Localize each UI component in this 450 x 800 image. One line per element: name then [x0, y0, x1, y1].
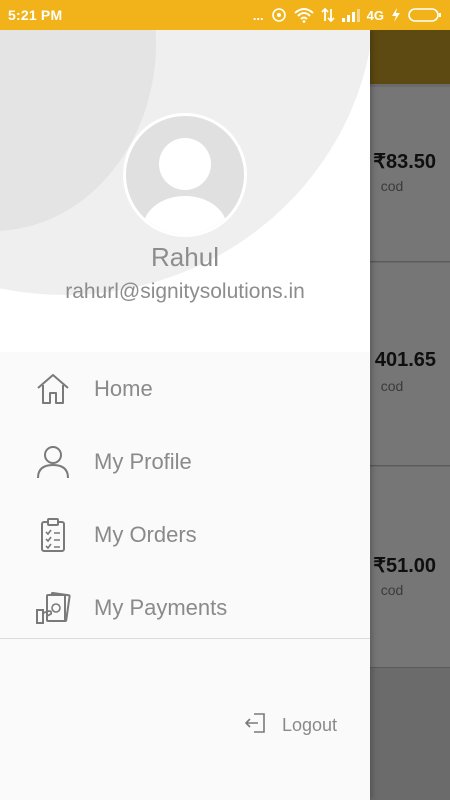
status-icons: ... 4G — [253, 7, 442, 23]
payment-icon — [35, 590, 71, 626]
charging-icon — [391, 8, 401, 22]
menu-item-label: Home — [94, 375, 153, 401]
battery-icon — [408, 8, 442, 22]
menu-item-home[interactable]: Home — [0, 352, 370, 425]
user-name: Rahul — [151, 242, 219, 272]
order-payment-method: cod — [380, 582, 404, 598]
wifi-icon — [293, 7, 314, 23]
menu-item-label: My Orders — [94, 521, 197, 547]
user-avatar-icon — [143, 138, 227, 234]
order-card: ₹51.00 cod — [370, 467, 450, 668]
status-bar: 5:21 PM ... 4G — [0, 0, 450, 30]
navigation-drawer: Rahul rahurl@signitysolutions.in Home My… — [0, 30, 370, 800]
status-time: 5:21 PM — [8, 7, 63, 23]
signal-icon — [341, 8, 360, 22]
clipboard-icon — [35, 517, 71, 553]
logout-icon — [244, 711, 268, 740]
menu-divider — [0, 638, 370, 639]
order-card: ₹83.50 cod — [370, 87, 450, 262]
logout-button[interactable]: Logout — [244, 711, 337, 739]
menu-item-label: My Profile — [94, 448, 192, 474]
menu-item-my-profile[interactable]: My Profile — [0, 425, 370, 498]
data-transfer-icon — [321, 7, 335, 23]
menu-item-label: My Payments — [94, 594, 228, 620]
overflow-dots: ... — [252, 7, 264, 23]
sync-icon — [271, 7, 287, 23]
menu-item-my-orders[interactable]: My Orders — [0, 498, 370, 571]
person-icon — [35, 444, 71, 480]
network-type: 4G — [366, 7, 384, 23]
drawer-header: Rahul rahurl@signitysolutions.in — [0, 30, 370, 352]
user-email: rahurl@signitysolutions.in — [65, 280, 305, 303]
order-payment-method: cod — [380, 378, 404, 394]
background-app[interactable]: ₹83.50 cod 401.65 cod ₹51.00 cod — [370, 30, 450, 800]
drawer-menu: Home My Profile My Orders My Payments — [0, 352, 370, 644]
background-toolbar — [370, 30, 450, 84]
order-card: 401.65 cod — [370, 263, 450, 466]
avatar[interactable] — [123, 113, 247, 237]
logout-label: Logout — [282, 714, 338, 735]
order-payment-method: cod — [380, 178, 404, 194]
home-icon — [35, 371, 71, 407]
menu-item-my-payments[interactable]: My Payments — [0, 571, 370, 644]
